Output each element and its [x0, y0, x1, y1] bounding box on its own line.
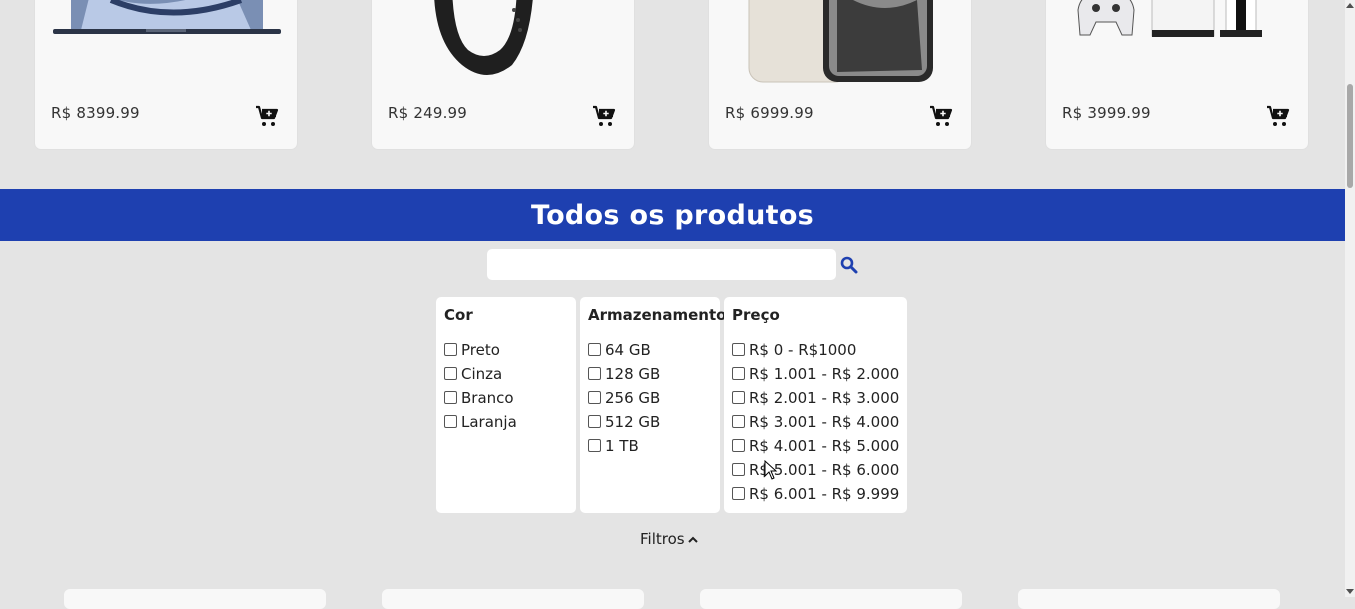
filters-toggle-button[interactable]: Filtros: [640, 530, 699, 548]
add-to-cart-icon[interactable]: [1266, 105, 1290, 129]
checkbox[interactable]: [444, 342, 457, 356]
filter-option[interactable]: R$ 5.001 - R$ 6.000: [732, 458, 899, 482]
checkbox[interactable]: [732, 342, 745, 356]
laptop-image: [53, 0, 281, 34]
product-card[interactable]: R$ 6999.99: [709, 0, 971, 149]
product-card[interactable]: [382, 589, 644, 609]
product-card[interactable]: [700, 589, 962, 609]
filter-title: Armazenamento: [588, 306, 727, 324]
product-card[interactable]: R$ 8399.99: [35, 0, 297, 149]
filter-option-label: R$ 3.001 - R$ 4.000: [749, 413, 900, 431]
filter-cor: Cor Preto Cinza Branco Laranja: [436, 297, 576, 513]
filter-title: Cor: [444, 306, 473, 324]
filter-title: Preço: [732, 306, 780, 324]
game-console-image: [1077, 0, 1262, 37]
mouse-pointer-icon: [764, 460, 778, 480]
filter-option[interactable]: R$ 6.001 - R$ 9.999: [732, 482, 899, 506]
filter-armazenamento: Armazenamento 64 GB 128 GB 256 GB 512 GB…: [580, 297, 726, 513]
checkbox[interactable]: [732, 414, 745, 428]
filter-option-label: Branco: [461, 389, 514, 407]
product-price: R$ 8399.99: [51, 104, 140, 122]
filter-option-label: R$ 6.001 - R$ 9.999: [749, 485, 900, 503]
search-input[interactable]: [487, 249, 836, 280]
filter-option[interactable]: Cinza: [444, 362, 517, 386]
filter-option-label: 512 GB: [605, 413, 661, 431]
filter-option-label: R$ 2.001 - R$ 3.000: [749, 389, 900, 407]
filter-option[interactable]: 512 GB: [588, 410, 660, 434]
page-scrollbar[interactable]: [1345, 0, 1355, 597]
section-banner: Todos os produtos: [0, 189, 1345, 241]
filter-option[interactable]: Preto: [444, 338, 517, 362]
checkbox[interactable]: [732, 366, 745, 380]
checkbox[interactable]: [588, 414, 601, 428]
filter-option[interactable]: R$ 0 - R$1000: [732, 338, 899, 362]
product-price: R$ 249.99: [388, 104, 468, 122]
product-price: R$ 3999.99: [1062, 104, 1151, 122]
filter-option[interactable]: Laranja: [444, 410, 517, 434]
filter-option-label: 128 GB: [605, 365, 661, 383]
checkbox[interactable]: [732, 438, 745, 452]
filter-option-label: R$ 1.001 - R$ 2.000: [749, 365, 900, 383]
filter-option[interactable]: R$ 1.001 - R$ 2.000: [732, 362, 899, 386]
filter-option-label: 64 GB: [605, 341, 651, 359]
filter-option[interactable]: 1 TB: [588, 434, 660, 458]
smartwatch-band-image: [434, 0, 533, 75]
checkbox[interactable]: [444, 414, 457, 428]
filter-option[interactable]: Branco: [444, 386, 517, 410]
checkbox[interactable]: [588, 438, 601, 452]
scrollbar-thumb[interactable]: [1347, 84, 1353, 188]
filter-option-label: R$ 0 - R$1000: [749, 341, 857, 359]
filters-toggle-label: Filtros: [640, 530, 685, 548]
filter-option[interactable]: 128 GB: [588, 362, 660, 386]
scroll-down-icon[interactable]: [1346, 589, 1354, 594]
filter-option[interactable]: R$ 2.001 - R$ 3.000: [732, 386, 899, 410]
filter-option[interactable]: 64 GB: [588, 338, 660, 362]
add-to-cart-icon[interactable]: [592, 105, 616, 129]
checkbox[interactable]: [732, 390, 745, 404]
product-card[interactable]: R$ 3999.99: [1046, 0, 1308, 149]
search-icon[interactable]: [839, 255, 859, 275]
filter-option[interactable]: R$ 3.001 - R$ 4.000: [732, 410, 899, 434]
checkbox[interactable]: [732, 462, 745, 476]
product-price: R$ 6999.99: [725, 104, 814, 122]
product-card[interactable]: R$ 249.99: [372, 0, 634, 149]
product-card[interactable]: [64, 589, 326, 609]
filter-option-label: 1 TB: [605, 437, 639, 455]
checkbox[interactable]: [588, 390, 601, 404]
filter-option-label: 256 GB: [605, 389, 661, 407]
filter-option-label: R$ 4.001 - R$ 5.000: [749, 437, 900, 455]
checkbox[interactable]: [444, 390, 457, 404]
filter-preco: Preço R$ 0 - R$1000 R$ 1.001 - R$ 2.000 …: [724, 297, 907, 513]
filter-option[interactable]: 256 GB: [588, 386, 660, 410]
checkbox[interactable]: [588, 342, 601, 356]
add-to-cart-icon[interactable]: [929, 105, 953, 129]
checkbox[interactable]: [588, 366, 601, 380]
add-to-cart-icon[interactable]: [255, 105, 279, 129]
filter-option[interactable]: R$ 4.001 - R$ 5.000: [732, 434, 899, 458]
filter-option-label: Laranja: [461, 413, 517, 431]
filter-option-label: Preto: [461, 341, 500, 359]
filter-option-label: Cinza: [461, 365, 503, 383]
product-card[interactable]: [1018, 589, 1280, 609]
chevron-up-icon: [687, 536, 698, 543]
checkbox[interactable]: [732, 486, 745, 500]
scroll-up-icon[interactable]: [1346, 3, 1354, 8]
checkbox[interactable]: [444, 366, 457, 380]
section-title: Todos os produtos: [530, 199, 815, 231]
smartphone-image: [748, 0, 933, 83]
